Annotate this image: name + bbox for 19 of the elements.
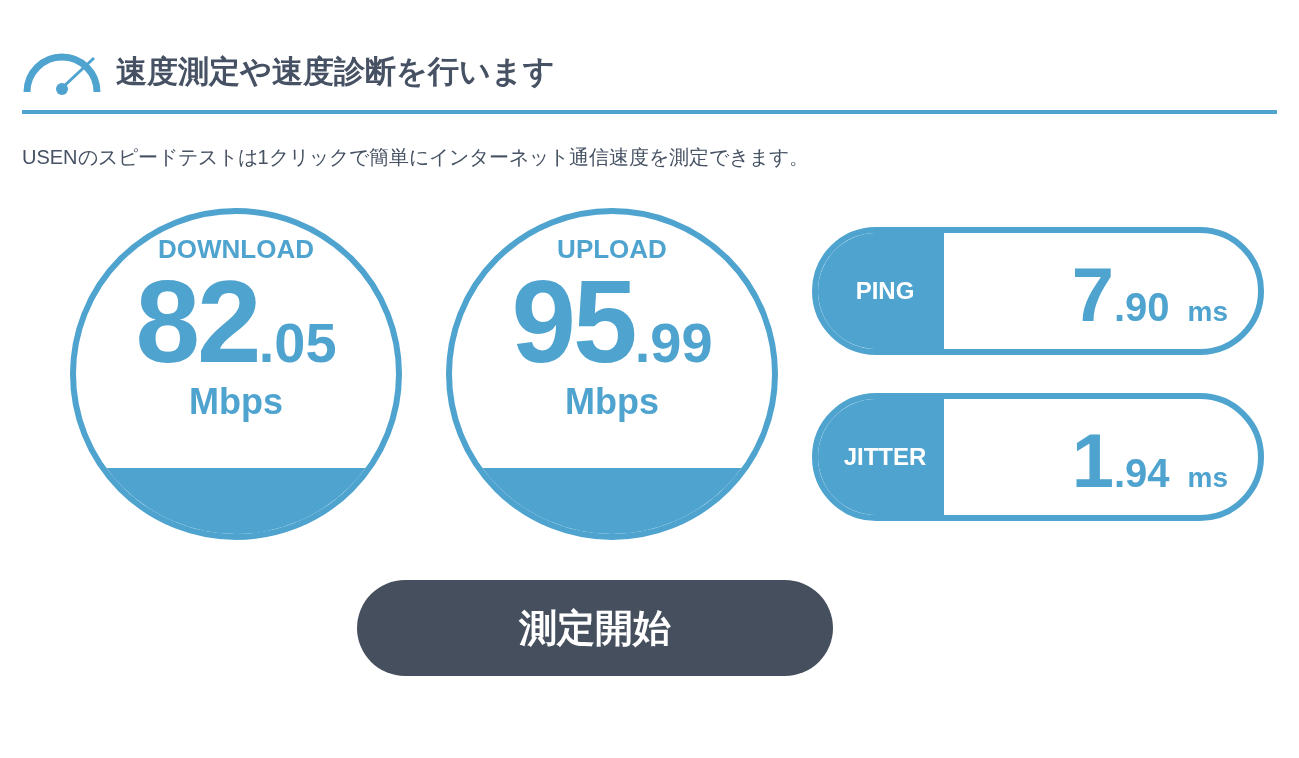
gauge-unit: Mbps bbox=[189, 384, 283, 420]
gauge-label: UPLOAD bbox=[557, 236, 667, 262]
description-text: USENのスピードテストは1クリックで簡単にインターネット通信速度を測定できます。 bbox=[22, 145, 810, 170]
metric-label: JITTER bbox=[818, 399, 944, 515]
metric-unit: ms bbox=[1187, 298, 1228, 326]
gauge-value-decimal: .99 bbox=[634, 315, 713, 371]
metric-value-decimal: .90 bbox=[1113, 287, 1170, 327]
gauge-value-decimal: .05 bbox=[258, 315, 337, 371]
metric-label: PING bbox=[818, 233, 944, 349]
gauge-value-integer: 95 bbox=[511, 264, 635, 380]
metric-value-decimal: .94 bbox=[1113, 453, 1170, 493]
gauge-value-integer: 82 bbox=[135, 264, 259, 380]
metric-unit: ms bbox=[1187, 464, 1228, 492]
metric-value-integer: 7 bbox=[1071, 257, 1114, 333]
gauge-label: DOWNLOAD bbox=[158, 236, 314, 262]
metric-value-integer: 1 bbox=[1071, 423, 1114, 499]
gauge-unit: Mbps bbox=[565, 384, 659, 420]
start-button[interactable]: 測定開始 bbox=[356, 580, 833, 676]
page-title: 速度測定や速度診断を行います bbox=[116, 52, 555, 91]
